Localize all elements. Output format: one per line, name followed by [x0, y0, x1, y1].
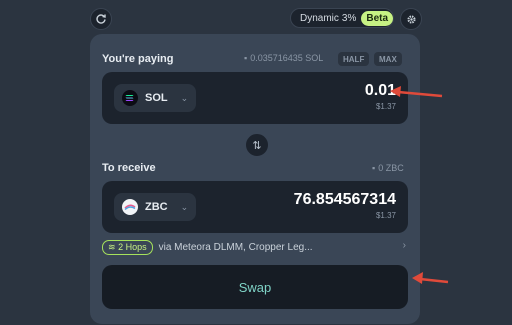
wallet-icon: ▪ — [244, 53, 248, 63]
hops-label: 2 Hops — [118, 241, 147, 252]
max-button[interactable]: MAX — [374, 52, 402, 66]
receive-usd-value: $1.37 — [375, 211, 396, 220]
swap-direction-icon: ⇅ — [252, 139, 262, 152]
settings-button[interactable] — [400, 8, 422, 30]
receive-panel: ZBC ⌄ 76.854567314 $1.37 — [102, 181, 408, 233]
wallet-icon: ▪ — [372, 163, 376, 173]
pay-token-selector[interactable]: SOL ⌄ — [114, 84, 196, 112]
slippage-button[interactable]: Dynamic 3% Beta — [290, 8, 394, 28]
paying-label: You're paying — [102, 53, 174, 65]
gear-icon — [406, 14, 416, 24]
sol-token-icon — [122, 90, 138, 106]
paying-balance: ▪ 0.035716435 SOL — [244, 53, 323, 63]
receive-token-selector[interactable]: ZBC ⌄ — [114, 193, 196, 221]
route-via: via Meteora DLMM, Cropper Leg... — [158, 241, 313, 253]
chevron-down-icon: ⌄ — [180, 201, 189, 212]
receive-token-name: ZBC — [145, 201, 168, 213]
hops-badge: ≋ 2 Hops — [102, 239, 153, 255]
chevron-down-icon: ⌄ — [180, 92, 189, 103]
receive-balance: ▪ 0 ZBC — [372, 163, 404, 173]
receive-amount: 76.854567314 — [293, 191, 396, 208]
half-button[interactable]: HALF — [338, 52, 370, 66]
receive-label: To receive — [102, 162, 156, 174]
slippage-value: 3% — [341, 12, 357, 24]
zbc-token-icon — [122, 199, 138, 215]
pay-token-name: SOL — [145, 92, 168, 104]
annotation-arrow-icon — [390, 86, 443, 98]
paying-balance-value: 0.035716435 SOL — [250, 53, 324, 63]
swap-button[interactable]: Swap — [102, 265, 408, 309]
switch-tokens-button[interactable]: ⇅ — [244, 132, 270, 158]
refresh-button[interactable] — [90, 8, 112, 30]
chevron-right-icon: › — [402, 240, 406, 251]
route-info[interactable]: ≋ 2 Hops via Meteora DLMM, Cropper Leg..… — [102, 239, 408, 255]
slippage-mode: Dynamic — [300, 12, 339, 24]
annotation-arrow-icon — [412, 272, 449, 284]
receive-balance-value: 0 ZBC — [378, 163, 404, 173]
beta-badge: Beta — [361, 10, 394, 26]
route-icon: ≋ — [108, 241, 116, 252]
refresh-icon — [96, 14, 106, 24]
paying-panel: SOL ⌄ 0.01 $1.37 — [102, 72, 408, 124]
top-bar: Dynamic 3% Beta — [0, 0, 512, 36]
